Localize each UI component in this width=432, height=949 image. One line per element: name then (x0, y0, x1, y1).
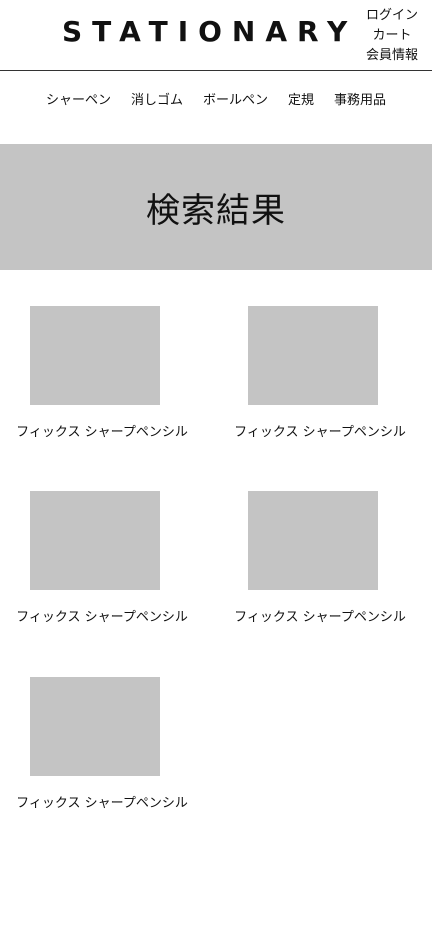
nav-item-mechanical-pencil[interactable]: シャーペン (46, 90, 111, 112)
nav-item-eraser[interactable]: 消しゴム (131, 90, 183, 112)
category-nav: シャーペン 消しゴム ボールペン 定規 事務用品 (0, 90, 432, 112)
product-card[interactable]: フィックス シャープペンシル (2, 677, 202, 827)
site-logo[interactable]: STATIONARY (62, 12, 357, 52)
member-info-link[interactable]: 会員情報 (366, 46, 418, 66)
header-links: ログイン カート 会員情報 (366, 6, 418, 66)
product-card[interactable]: フィックス シャープペンシル (2, 491, 202, 641)
login-link[interactable]: ログイン (366, 6, 418, 26)
product-image[interactable] (248, 491, 378, 590)
product-card[interactable]: フィックス シャープペンシル (2, 306, 202, 456)
product-name[interactable]: フィックス シャープペンシル (2, 608, 202, 628)
product-name[interactable]: フィックス シャープペンシル (2, 794, 202, 814)
product-name[interactable]: フィックス シャープペンシル (220, 608, 420, 628)
product-card[interactable]: フィックス シャープペンシル (220, 306, 420, 456)
page-title: 検索結果 (146, 190, 286, 231)
product-name[interactable]: フィックス シャープペンシル (220, 423, 420, 443)
nav-item-ballpoint-pen[interactable]: ボールペン (203, 90, 268, 112)
product-image[interactable] (30, 677, 160, 776)
site-header: STATIONARY ログイン カート 会員情報 (0, 0, 432, 71)
product-name[interactable]: フィックス シャープペンシル (2, 423, 202, 443)
product-image[interactable] (30, 491, 160, 590)
nav-item-ruler[interactable]: 定規 (288, 90, 314, 112)
product-image[interactable] (248, 306, 378, 405)
search-results-banner: 検索結果 (0, 144, 432, 270)
nav-item-office-supplies[interactable]: 事務用品 (334, 90, 386, 112)
product-card[interactable]: フィックス シャープペンシル (220, 491, 420, 641)
cart-link[interactable]: カート (372, 26, 411, 46)
product-image[interactable] (30, 306, 160, 405)
